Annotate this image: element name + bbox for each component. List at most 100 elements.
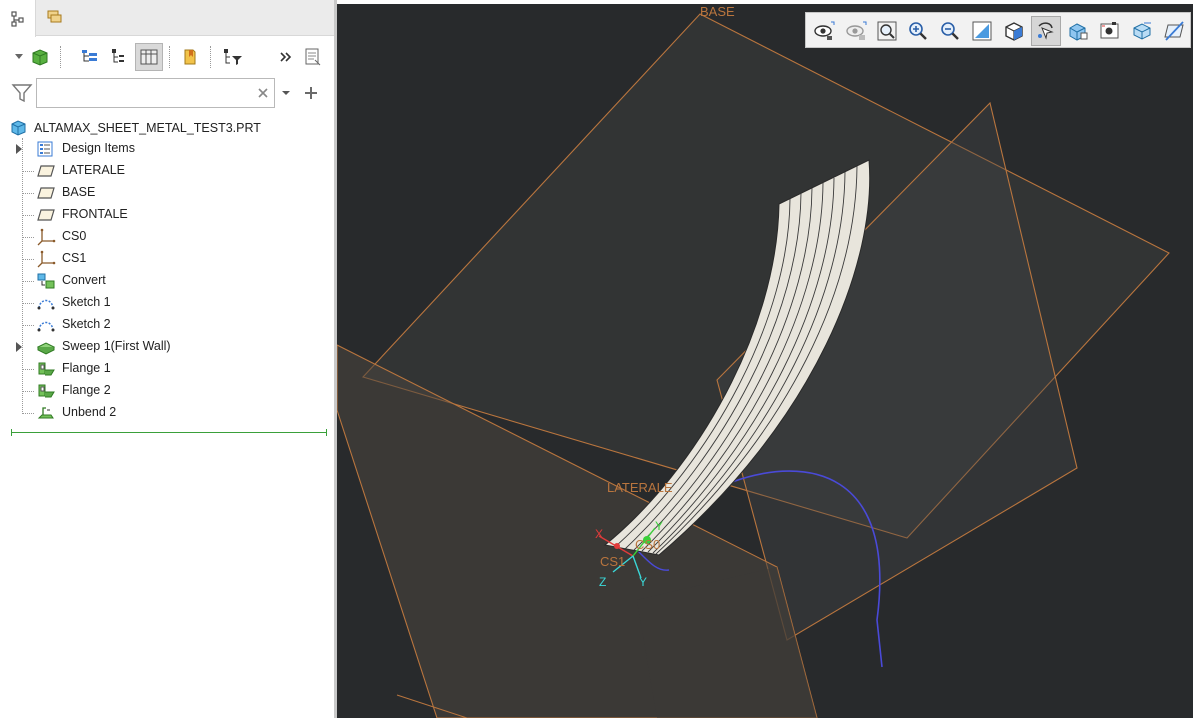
tree-guide-line [22, 303, 34, 304]
laterale-plane-label[interactable]: LATERALE [607, 480, 673, 495]
settings-button[interactable] [298, 43, 326, 71]
layer-tree-tab[interactable] [37, 0, 73, 36]
cs-y-label: Y [639, 575, 647, 589]
tree-item-cs0[interactable]: CS0 [0, 226, 330, 248]
panel-tabs [0, 0, 334, 37]
section-view-button[interactable] [1127, 16, 1157, 46]
tree-item-unbend-2[interactable]: Unbend 2 [0, 402, 330, 424]
tree-item-convert[interactable]: Convert [0, 270, 330, 292]
show-dropdown-button[interactable] [12, 43, 56, 71]
layers-icon [47, 10, 62, 23]
part-box-icon [32, 49, 48, 66]
tree-item-label: Unbend 2 [62, 405, 117, 419]
cs-y-top-label: Y [655, 519, 663, 533]
tree-item-cs1[interactable]: CS1 [0, 248, 330, 270]
filter-icon [11, 84, 33, 103]
named-views-button[interactable] [809, 16, 839, 46]
flange-icon [36, 360, 56, 378]
convert-icon [36, 272, 56, 290]
tree-item-label: Convert [62, 273, 106, 287]
more-options-button[interactable] [272, 43, 300, 71]
tree-item-flange-2[interactable]: Flange 2 [0, 380, 330, 402]
repaint-button[interactable] [967, 16, 997, 46]
view-orientation-button[interactable] [999, 16, 1029, 46]
insert-note-button[interactable] [176, 43, 204, 71]
expand-arrow-icon[interactable] [16, 144, 22, 154]
tree-root-label: ALTAMAX_SHEET_METAL_TEST3.PRT [34, 121, 261, 135]
display-style-button[interactable] [1063, 16, 1093, 46]
zoom-out-icon [938, 19, 962, 43]
search-input[interactable] [36, 78, 275, 108]
zoom-out-button[interactable] [935, 16, 965, 46]
expand-arrow-icon[interactable] [16, 342, 22, 352]
add-filter-icon[interactable] [303, 85, 319, 101]
tree-guide-line [22, 215, 34, 216]
tree-root-part[interactable]: ALTAMAX_SHEET_METAL_TEST3.PRT [10, 118, 261, 138]
table-columns-icon [140, 49, 158, 65]
part-icon [11, 120, 26, 136]
tree-guide-line [22, 391, 34, 392]
tree-item-sweep-1-first-wall[interactable]: Sweep 1(First Wall) [0, 336, 330, 358]
tree-guide-line [22, 413, 34, 414]
base-plane-label[interactable]: BASE [700, 4, 735, 19]
refit-button[interactable] [872, 16, 902, 46]
tree-guide-line [22, 281, 34, 282]
clear-search-icon[interactable] [257, 87, 269, 99]
chevron-down-icon [15, 54, 23, 59]
tree-columns-icon [82, 50, 97, 62]
expand-tree-icon [112, 49, 124, 63]
saved-orientations-button[interactable] [841, 16, 871, 46]
tree-item-design-items[interactable]: Design Items [0, 138, 330, 160]
tree-item-label: FRONTALE [62, 207, 128, 221]
view-orientation-icon [1002, 19, 1026, 43]
tree-item-label: BASE [62, 185, 96, 199]
tree-item-label: Sketch 1 [62, 295, 111, 309]
named-views-icon [812, 19, 836, 43]
zoom-in-button[interactable] [903, 16, 933, 46]
tree-item-label: LATERALE [62, 163, 125, 177]
perspective-view-button[interactable] [1095, 16, 1125, 46]
tree-toolbar [0, 40, 334, 74]
tree-guide-line [22, 237, 34, 238]
cs1-label[interactable]: CS1 [600, 554, 625, 569]
tree-item-frontale[interactable]: FRONTALE [0, 204, 330, 226]
tree-item-base[interactable]: BASE [0, 182, 330, 204]
expand-all-button[interactable] [104, 43, 132, 71]
tree-guide-line [22, 171, 34, 172]
datum-display-button[interactable] [1159, 16, 1189, 46]
sweep-wall-icon [36, 338, 56, 356]
graphics-toolbar [805, 12, 1191, 48]
tree-item-label: Design Items [62, 141, 135, 155]
cs-x-label: X [595, 527, 603, 541]
tree-guide-line [22, 325, 34, 326]
model-tree-icon [10, 10, 24, 27]
tree-item-sketch-1[interactable]: Sketch 1 [0, 292, 330, 314]
spin-center-button[interactable] [1031, 16, 1061, 46]
tree-filters-button[interactable] [76, 43, 104, 71]
model-tree-tab[interactable] [0, 0, 36, 37]
unbend-icon [36, 404, 56, 422]
cs-z-label: Z [599, 575, 606, 589]
tree-columns-button[interactable] [135, 43, 163, 71]
toolbar-separator [169, 46, 170, 68]
3d-scene[interactable]: BASE LATERALE X Y Z Y CS0 CS1 [337, 0, 1193, 718]
flange-icon [36, 382, 56, 400]
tree-guide-line [22, 259, 34, 260]
section-view-icon [1130, 19, 1154, 43]
display-style-icon [1066, 19, 1090, 43]
zoom-in-icon [906, 19, 930, 43]
toolbar-separator [210, 46, 211, 68]
tree-filter-dropdown[interactable] [218, 43, 248, 71]
tree-item-sketch-2[interactable]: Sketch 2 [0, 314, 330, 336]
coordinate-system-icon [36, 250, 56, 268]
cs0-label[interactable]: CS0 [635, 537, 660, 552]
tree-item-laterale[interactable]: LATERALE [0, 160, 330, 182]
tree-item-label: Flange 2 [62, 383, 111, 397]
datum-plane-icon [36, 184, 56, 202]
design-items-icon [36, 140, 56, 158]
graphics-viewport[interactable]: BASE LATERALE X Y Z Y CS0 CS1 [337, 0, 1193, 718]
tree-item-flange-1[interactable]: Flange 1 [0, 358, 330, 380]
perspective-view-icon [1098, 19, 1122, 43]
insert-here-marker[interactable] [11, 429, 327, 436]
search-dropdown-icon[interactable] [281, 88, 291, 98]
